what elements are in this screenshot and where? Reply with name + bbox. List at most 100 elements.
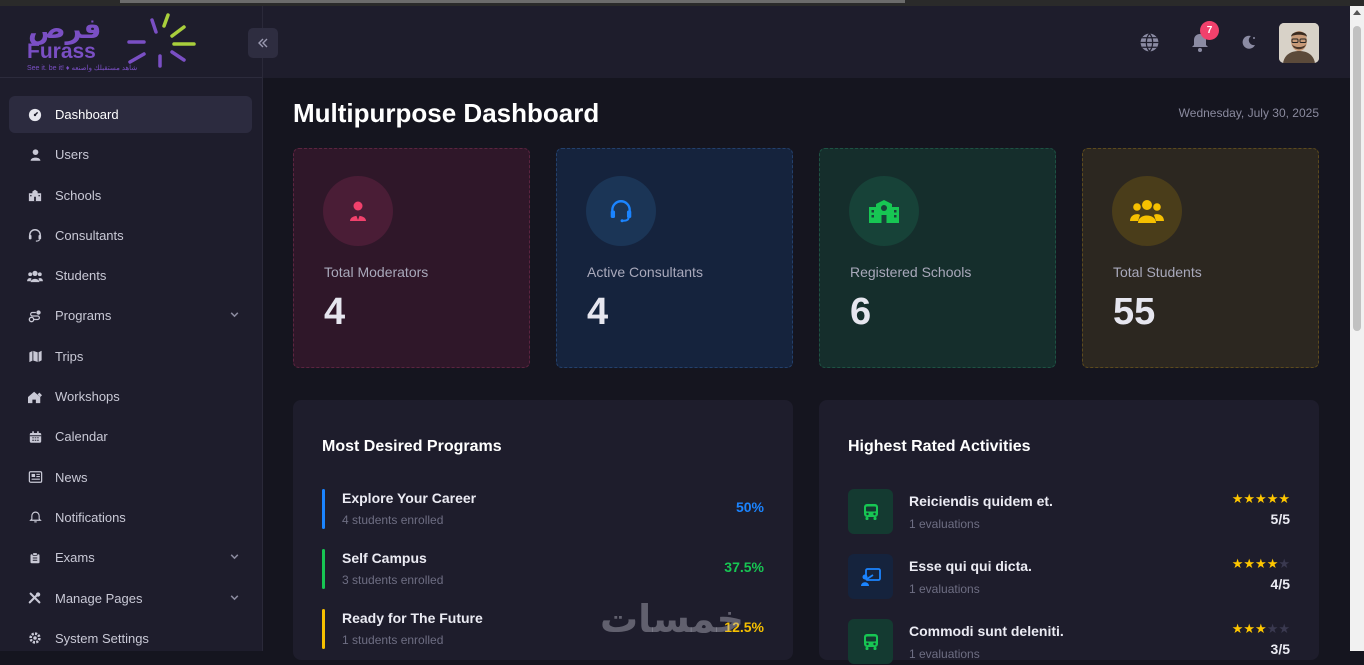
program-color-bar — [322, 549, 325, 589]
program-enrolled: 4 students enrolled — [342, 513, 444, 527]
activity-rating-stars: ★★★★★ — [1232, 491, 1290, 507]
activity-score: 3/5 — [1270, 641, 1290, 657]
theme-toggle-button[interactable] — [1241, 34, 1257, 55]
sidebar-item-label: Notifications — [55, 509, 126, 525]
activity-evaluations: 1 evaluations — [909, 517, 980, 531]
sidebar-item-exams[interactable]: Exams — [9, 539, 252, 576]
sidebar-item-users[interactable]: Users — [9, 136, 252, 173]
stat-label: Active Consultants — [587, 264, 703, 280]
sidebar-item-label: Trips — [55, 348, 84, 364]
activity-score: 4/5 — [1270, 576, 1290, 592]
bus-icon — [863, 633, 878, 650]
activities-card: Highest Rated Activities Reiciendis quid… — [819, 400, 1319, 664]
logo[interactable]: فرص Furass See it. be it! ♦ شاهد مستقبلك… — [0, 6, 262, 78]
users-icon — [27, 268, 43, 284]
activity-evaluations: 1 evaluations — [909, 582, 980, 596]
star-icon: ★ — [1243, 621, 1256, 636]
stat-icon-circle — [586, 176, 656, 246]
newspaper-icon — [27, 469, 43, 485]
sidebar-item-dashboard[interactable]: Dashboard — [9, 96, 252, 133]
scrollbar-thumb[interactable] — [1353, 26, 1361, 331]
stat-card-consultants[interactable]: Active Consultants 4 — [556, 148, 793, 368]
logo-name: Furass — [27, 40, 96, 63]
dashboard-icon — [27, 107, 43, 123]
activity-evaluations: 1 evaluations — [909, 647, 980, 661]
sidebar-item-programs[interactable]: Programs — [9, 297, 252, 334]
moderator-icon — [350, 201, 366, 221]
sidebar-item-news[interactable]: News — [9, 459, 252, 496]
star-icon: ★ — [1255, 556, 1267, 571]
activity-row[interactable]: Esse qui qui dicta. 1 evaluations ★★★★★ 4/5 — [848, 554, 1290, 600]
program-percent: 50% — [735, 499, 764, 515]
stat-icon-circle — [323, 176, 393, 246]
star-icon: ★ — [1278, 491, 1290, 506]
activity-rating-stars: ★★★★★ — [1232, 621, 1290, 637]
program-color-bar — [322, 489, 325, 529]
bell-icon — [27, 509, 43, 525]
top-header — [263, 6, 1350, 78]
chevron-down-icon — [230, 554, 239, 560]
tools-icon — [27, 590, 43, 606]
star-icon: ★ — [1266, 556, 1279, 571]
stat-card-moderators[interactable]: Total Moderators 4 — [293, 148, 530, 368]
sidebar-item-label: Users — [55, 147, 89, 163]
sidebar-item-schools[interactable]: Schools — [9, 177, 252, 214]
sidebar-item-workshops[interactable]: Workshops — [9, 378, 252, 415]
sidebar-item-label: Consultants — [55, 227, 124, 243]
activity-row[interactable]: Commodi sunt deleniti. 1 evaluations ★★★★★… — [848, 619, 1290, 665]
sidebar-item-label: News — [55, 469, 88, 485]
sidebar-nav: Dashboard Users Schools Consultants Students… — [0, 78, 262, 657]
activity-icon-box — [848, 554, 893, 599]
school-icon — [869, 200, 899, 223]
sidebar-item-label: Programs — [55, 308, 112, 324]
star-icon: ★ — [1278, 621, 1290, 636]
sidebar-item-label: Exams — [55, 550, 95, 566]
star-icon: ★ — [1266, 621, 1279, 636]
sidebar-item-calendar[interactable]: Calendar — [9, 418, 252, 455]
star-icon: ★ — [1231, 556, 1244, 571]
program-row[interactable]: Explore Your Career 4 students enrolled 50… — [322, 489, 764, 531]
globe-icon — [1140, 33, 1159, 52]
activity-name: Esse qui qui dicta. — [909, 558, 1032, 574]
double-chevron-left-icon — [258, 38, 268, 48]
language-button[interactable] — [1139, 32, 1160, 58]
activity-icon-box — [848, 619, 893, 664]
activity-name: Reiciendis quidem et. — [909, 493, 1053, 509]
program-enrolled: 3 students enrolled — [342, 573, 444, 587]
star-icon: ★ — [1243, 491, 1256, 506]
program-enrolled: 1 students enrolled — [342, 633, 444, 647]
scroll-up-arrow-icon[interactable] — [1353, 10, 1361, 15]
headset-icon — [27, 227, 43, 243]
sidebar-item-trips[interactable]: Trips — [9, 338, 252, 375]
clipboard-icon — [27, 550, 43, 566]
stat-card-students[interactable]: Total Students 55 — [1082, 148, 1319, 368]
user-icon — [27, 147, 43, 163]
sidebar-item-consultants[interactable]: Consultants — [9, 217, 252, 254]
sidebar-item-notifications[interactable]: Notifications — [9, 499, 252, 536]
sidebar-item-label: Calendar — [55, 429, 108, 445]
program-row[interactable]: Self Campus 3 students enrolled 37.5% — [322, 549, 764, 591]
user-avatar[interactable] — [1279, 23, 1319, 63]
map-icon — [27, 348, 43, 364]
star-icon: ★ — [1278, 556, 1290, 571]
watermark-logo: خمسات — [600, 597, 744, 641]
home-tools-icon — [27, 389, 43, 405]
sidebar-item-students[interactable]: Students — [9, 257, 252, 294]
stat-value: 6 — [850, 291, 872, 333]
app: فرص Furass See it. be it! ♦ شاهد مستقبلك… — [0, 6, 1350, 664]
stat-label: Registered Schools — [850, 264, 972, 280]
main-content: Multipurpose Dashboard Wednesday, July 3… — [263, 78, 1350, 664]
activity-name: Commodi sunt deleniti. — [909, 623, 1064, 639]
program-name: Self Campus — [342, 550, 427, 566]
sidebar-collapse-button[interactable] — [248, 28, 278, 58]
sidebar-item-system-settings[interactable]: System Settings — [9, 620, 252, 657]
gear-icon — [27, 630, 43, 646]
sidebar-item-label: Manage Pages — [55, 590, 143, 606]
page-scrollbar[interactable] — [1350, 6, 1364, 651]
activity-row[interactable]: Reiciendis quidem et. 1 evaluations ★★★★★ 5… — [848, 489, 1290, 535]
program-percent: 37.5% — [724, 559, 764, 575]
stat-value: 55 — [1113, 291, 1156, 333]
stat-card-schools[interactable]: Registered Schools 6 — [819, 148, 1056, 368]
sidebar-item-manage-pages[interactable]: Manage Pages — [9, 580, 252, 617]
program-name: Explore Your Career — [342, 490, 477, 506]
